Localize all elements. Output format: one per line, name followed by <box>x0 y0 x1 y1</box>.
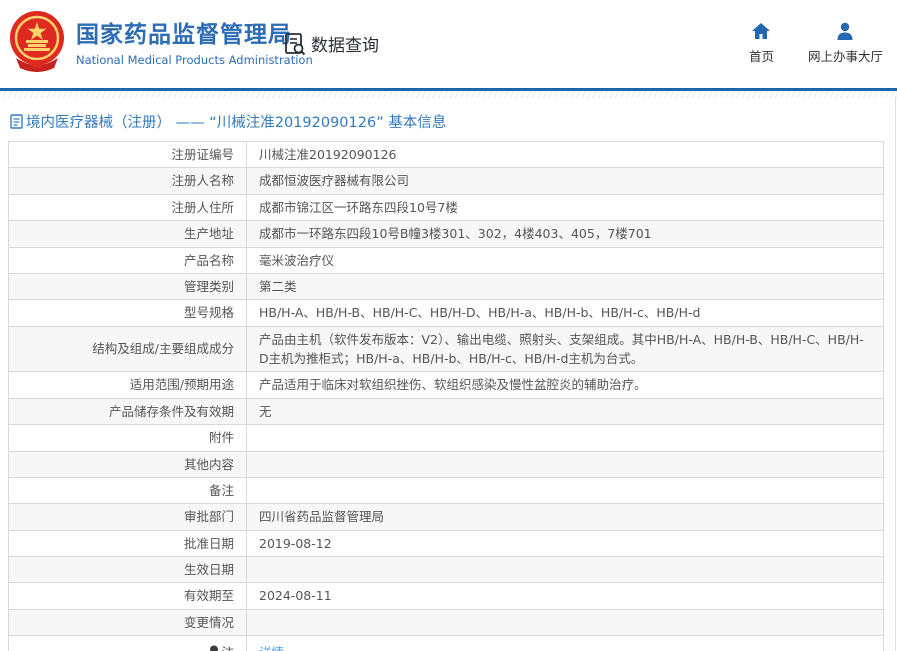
page-title-text: 境内医疗器械（注册） —— “川械注准20192090126” 基本信息 <box>26 115 447 131</box>
pin-icon <box>209 644 219 651</box>
document-search-icon <box>283 32 307 56</box>
row-label: 生产地址 <box>8 220 247 248</box>
nav-home[interactable]: 首页 <box>749 22 774 65</box>
row-label: 型号规格 <box>8 299 247 327</box>
top-nav: 首页 网上办事大厅 <box>749 22 883 65</box>
table-row: 型号规格 HB/H-A、HB/H-B、HB/H-C、HB/H-D、HB/H-a、H… <box>8 299 884 327</box>
row-label: 产品名称 <box>8 246 247 274</box>
row-value: 无 <box>246 397 884 426</box>
table-row: 批准日期 2019-08-12 <box>8 529 884 558</box>
row-value <box>246 450 884 478</box>
row-label: 注册人住所 <box>8 193 247 222</box>
row-value: 毫米波治疗仪 <box>246 246 884 274</box>
table-row: 注详情 <box>8 635 884 651</box>
row-label: 注册人名称 <box>8 167 247 195</box>
row-label: 变更情况 <box>8 608 247 637</box>
home-icon <box>752 23 771 39</box>
table-row: 注册人名称 成都恒波医疗器械有限公司 <box>8 167 884 195</box>
scrollbar-track-edge <box>895 96 896 651</box>
row-label: 注 <box>8 635 247 651</box>
table-row: 适用范围/预期用途 产品适用于临床对软组织挫伤、软组织感染及慢性盆腔炎的辅助治疗。 <box>8 371 884 399</box>
registration-info-table: 注册证编号 川械注准20192090126 注册人名称 成都恒波医疗器械有限公司 注册人… <box>8 140 884 651</box>
table-row: 产品名称 毫米波治疗仪 <box>8 246 884 274</box>
row-label: 备注 <box>8 476 247 505</box>
table-row: 生效日期 <box>8 555 884 584</box>
nav-service-hall[interactable]: 网上办事大厅 <box>808 22 883 65</box>
row-value <box>246 424 884 452</box>
page-title: 境内医疗器械（注册） —— “川械注准20192090126” 基本信息 <box>10 111 889 132</box>
data-query-label: 数据查询 <box>311 36 379 56</box>
brand-block: 国家药品监督管理局 National Medical Products Admi… <box>8 10 313 72</box>
row-value <box>246 608 884 637</box>
row-value: HB/H-A、HB/H-B、HB/H-C、HB/H-D、HB/H-a、HB/H-… <box>246 299 884 327</box>
row-value <box>246 476 884 505</box>
table-row: 审批部门 四川省药品监督管理局 <box>8 503 884 531</box>
table-row: 注册人住所 成都市锦江区一环路东四段10号7楼 <box>8 193 884 222</box>
row-label: 批准日期 <box>8 529 247 558</box>
row-value: 产品适用于临床对软组织挫伤、软组织感染及慢性盆腔炎的辅助治疗。 <box>246 371 884 399</box>
row-label: 其他内容 <box>8 450 247 478</box>
org-name-zh: 国家药品监督管理局 <box>76 22 292 48</box>
hatch-stripe-band <box>0 91 897 98</box>
row-label: 有效期至 <box>8 582 247 610</box>
row-label: 结构及组成/主要组成成分 <box>8 325 247 373</box>
row-label: 适用范围/预期用途 <box>8 371 247 399</box>
table-row: 结构及组成/主要组成成分 产品由主机（软件发布版本：V2）、输出电缆、照射头、支架… <box>8 325 884 373</box>
table-row: 产品储存条件及有效期无 <box>8 397 884 426</box>
row-value: 详情 <box>246 635 884 651</box>
row-label: 附件 <box>8 424 247 452</box>
document-icon <box>10 114 23 129</box>
nav-home-label: 首页 <box>748 49 774 64</box>
table-row: 生产地址 成都市一环路东四段10号B幢3楼301、302，4楼403、405，7楼… <box>8 220 884 248</box>
data-query-nav[interactable]: 数据查询 <box>283 31 379 56</box>
row-value: 四川省药品监督管理局 <box>246 503 884 531</box>
table-row: 附件 <box>8 424 884 452</box>
detail-link[interactable]: 详情 <box>259 645 284 651</box>
org-name-en: National Medical Products Administration <box>76 53 313 67</box>
row-value: 产品由主机（软件发布版本：V2）、输出电缆、照射头、支架组成。其中HB/H-A、… <box>246 325 884 373</box>
row-value: 第二类 <box>246 272 884 301</box>
table-row: 注册证编号 川械注准20192090126 <box>8 140 884 169</box>
row-label: 审批部门 <box>8 503 247 531</box>
table-row: 变更情况 <box>8 608 884 637</box>
header: 国家药品监督管理局 National Medical Products Admi… <box>0 0 897 88</box>
row-label: 产品储存条件及有效期 <box>8 397 247 426</box>
info-table-body: 注册证编号 川械注准20192090126 注册人名称 成都恒波医疗器械有限公司 注册人… <box>8 140 884 651</box>
user-icon <box>837 22 853 40</box>
table-row: 管理类别 第二类 <box>8 272 884 301</box>
row-label: 管理类别 <box>8 272 247 301</box>
row-value: 2024-08-11 <box>246 582 884 610</box>
row-value: 2019-08-12 <box>246 529 884 558</box>
row-value: 成都市一环路东四段10号B幢3楼301、302，4楼403、405，7楼701 <box>246 220 884 248</box>
table-row: 其他内容 <box>8 450 884 478</box>
nmpa-emblem-logo <box>8 10 66 72</box>
row-value: 川械注准20192090126 <box>246 140 884 169</box>
row-value <box>246 555 884 584</box>
row-value: 成都恒波医疗器械有限公司 <box>246 167 884 195</box>
row-label: 生效日期 <box>8 555 247 584</box>
nav-service-hall-label: 网上办事大厅 <box>807 49 883 64</box>
row-value: 成都市锦江区一环路东四段10号7楼 <box>246 193 884 222</box>
brand-text: 国家药品监督管理局 National Medical Products Admi… <box>76 15 313 67</box>
table-row: 有效期至 2024-08-11 <box>8 582 884 610</box>
table-row: 备注 <box>8 476 884 505</box>
row-label: 注册证编号 <box>8 140 247 169</box>
